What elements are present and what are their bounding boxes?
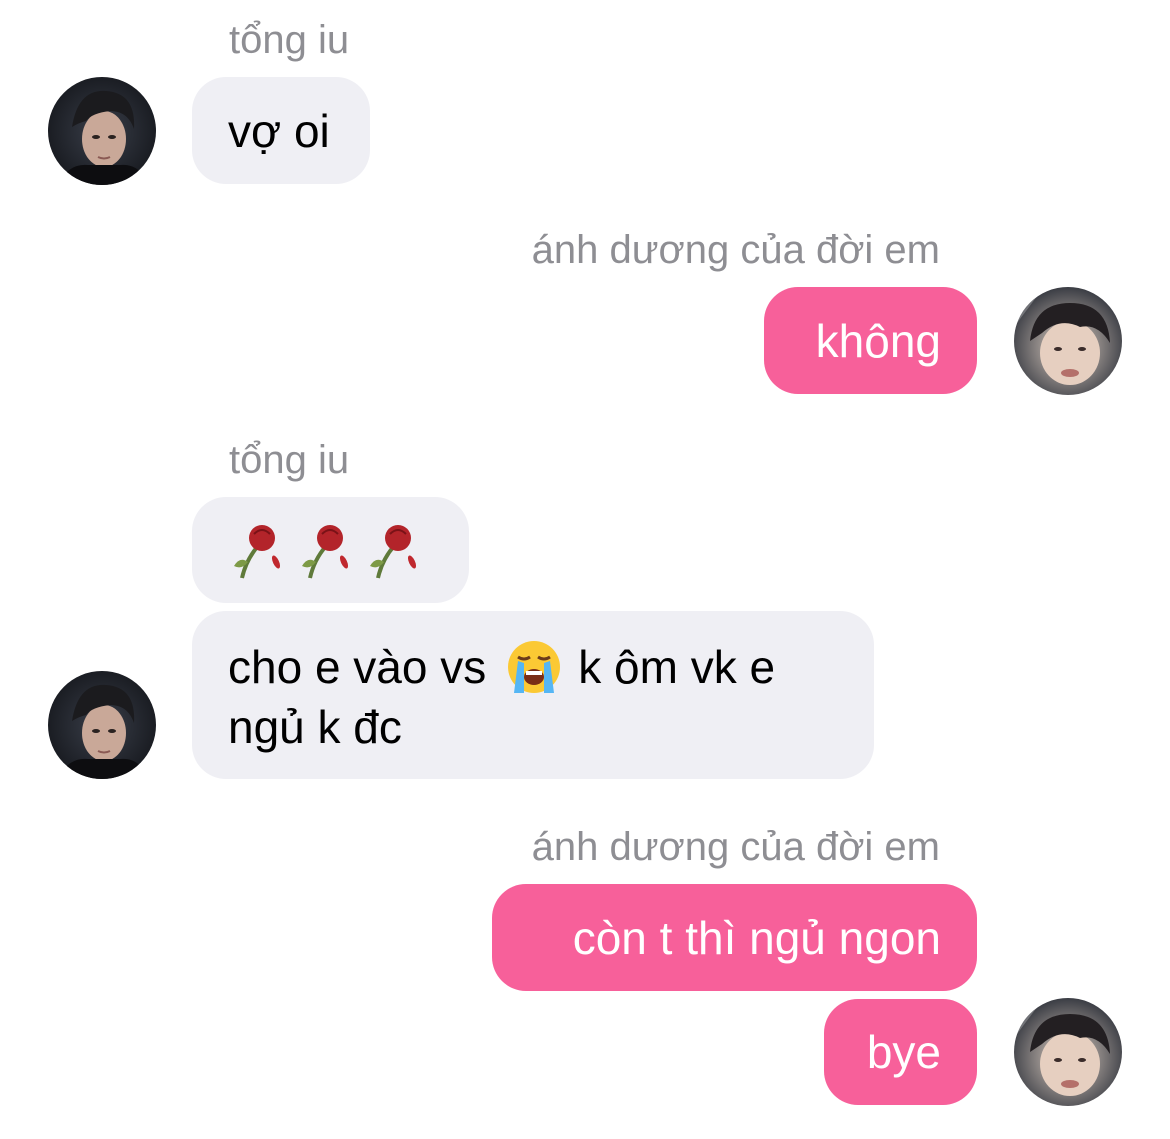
wilted-rose-icon xyxy=(370,525,417,579)
sender-name-incoming: tổng iu xyxy=(229,18,350,62)
avatar-incoming[interactable] xyxy=(48,77,156,185)
message-emoji-text xyxy=(228,520,432,580)
sender-name-outgoing: ánh dương của đời em xyxy=(531,825,940,869)
avatar-photo-light xyxy=(1014,287,1122,395)
avatar-outgoing[interactable] xyxy=(1014,998,1122,1106)
message-line-1: cho e vào vs k ôm vk e xyxy=(228,637,775,697)
avatar-photo-dark xyxy=(48,671,156,779)
message-text: vợ oi xyxy=(228,104,330,157)
message-bubble-incoming[interactable] xyxy=(192,497,469,603)
avatar-incoming[interactable] xyxy=(48,671,156,779)
message-bubble-outgoing[interactable]: không xyxy=(764,287,977,394)
message-text: bye xyxy=(866,1026,941,1078)
message-text: k ôm vk e xyxy=(578,641,776,693)
message-line-2: ngủ k đc xyxy=(228,701,402,753)
wilted-rose-icon xyxy=(302,525,349,579)
message-bubble-incoming[interactable]: cho e vào vs k ôm vk e ngủ k đc xyxy=(192,611,874,779)
message-bubble-outgoing[interactable]: còn t thì ngủ ngon xyxy=(492,884,977,991)
sender-name-incoming: tổng iu xyxy=(229,438,350,482)
message-bubble-incoming[interactable]: vợ oi xyxy=(192,77,370,184)
message-text: cho e vào vs xyxy=(228,641,487,693)
avatar-photo-light xyxy=(1014,998,1122,1106)
avatar-outgoing[interactable] xyxy=(1014,287,1122,395)
sender-name-outgoing: ánh dương của đời em xyxy=(531,228,940,272)
message-bubble-outgoing[interactable]: bye xyxy=(824,999,977,1105)
message-text: không xyxy=(815,314,941,367)
loudly-crying-face-icon xyxy=(508,641,561,693)
avatar-photo-dark xyxy=(48,77,156,185)
message-text: còn t thì ngủ ngon xyxy=(572,911,941,964)
wilted-rose-icon xyxy=(234,525,281,579)
